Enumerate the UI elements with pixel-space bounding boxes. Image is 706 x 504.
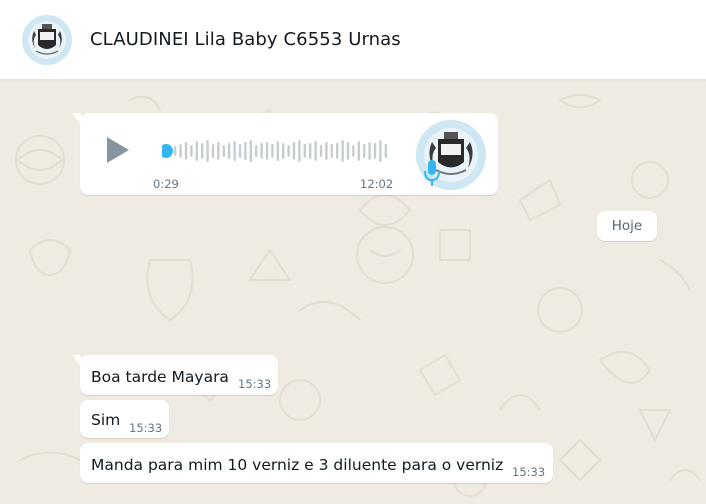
message-text: Sim [91,411,121,429]
audio-progress-handle[interactable] [162,144,173,158]
waveform-bar [292,142,296,160]
chat-header[interactable]: CLAUDINEI Lila Baby C6553 Urnas [0,0,706,80]
audio-waveform[interactable] [162,135,392,167]
waveform-bar [314,141,317,161]
waveform-bar [222,145,225,157]
waveform-bar [195,141,198,161]
waveform-bar [201,143,204,159]
waveform-bar [341,140,344,162]
waveform-bar [265,142,269,160]
message-text: Manda para mim 10 verniz e 3 diluente pa… [91,456,504,474]
waveform-bar [255,145,258,157]
waveform-bar [282,143,285,159]
waveform-bar [249,140,252,162]
waveform-bar [368,142,371,160]
waveform-bar [357,141,360,161]
play-icon[interactable] [102,135,132,165]
waveform-bar [184,142,188,160]
message-bubble[interactable]: Sim 15:33 [80,400,169,438]
waveform-bar [325,142,328,160]
waveform-bar [319,145,323,157]
waveform-bar [174,146,177,156]
waveform-bar [260,143,263,159]
waveform-bar [238,144,242,158]
waveform-bar [276,141,279,161]
waveform-bar [206,140,209,162]
waveform-bar [271,144,274,158]
waveform-bar [336,143,339,159]
waveform-bar [352,145,355,157]
message-bubble[interactable]: Boa tarde Mayara 15:33 [72,355,278,395]
message-time: 15:33 [238,377,272,391]
waveform-bar [233,141,236,161]
waveform-bar [228,143,231,159]
message-time: 15:33 [512,465,546,479]
date-divider: Hoje [597,211,657,241]
waveform-bar [190,145,193,157]
waveform-bar [330,144,333,158]
mic-icon [424,160,440,186]
waveform-bar [217,142,220,160]
message-text: Boa tarde Mayara [91,368,229,386]
waveform-bar [373,143,377,159]
waveform-bar [211,144,215,158]
waveform-bar [379,140,382,162]
waveform-bar [309,143,312,159]
message-bubble[interactable]: Manda para mim 10 verniz e 3 diluente pa… [80,443,553,483]
audio-message-bubble[interactable]: 0:29 12:02 [72,113,498,195]
waveform-bar [346,142,350,160]
waveform-bar [287,145,290,157]
waveform-bar [384,144,387,158]
waveform-bar [244,142,247,160]
contact-avatar[interactable] [22,15,72,65]
audio-duration: 0:29 [153,177,179,191]
waveform-bar [179,144,182,158]
waveform-bar [298,140,301,162]
message-time: 15:33 [129,421,163,435]
contact-name[interactable]: CLAUDINEI Lila Baby C6553 Urnas [90,29,401,50]
message-time: 12:02 [360,177,394,191]
waveform-bar [363,144,366,158]
waveform-bar [303,144,306,158]
chat-area: 0:29 12:02 Hoje Boa tarde Mayara 15:33 S… [0,80,706,504]
